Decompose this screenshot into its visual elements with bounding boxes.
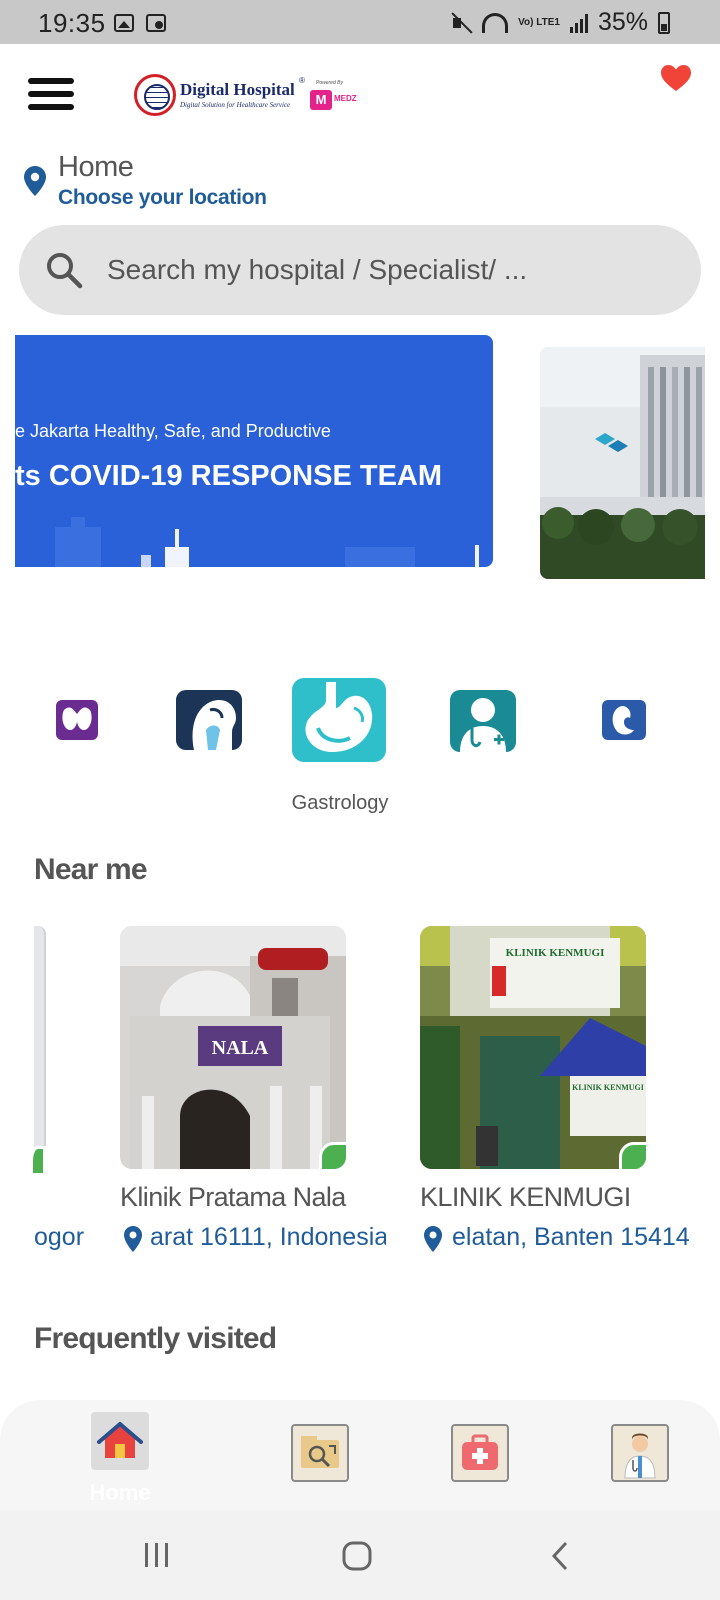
category-label: Gastrology bbox=[291, 792, 389, 814]
bottom-navigation: Home bbox=[0, 1400, 720, 1510]
address-pin-icon bbox=[124, 1226, 142, 1252]
banner-subtitle: e Jakarta Healthy, Safe, and Productive bbox=[15, 421, 331, 441]
logo-powered-by: Powered By bbox=[316, 80, 343, 86]
hospital-card-image-kenmugi[interactable]: KLINIK KENMUGI KLINIK KENMUGI bbox=[420, 926, 646, 1169]
city-skyline-graphic bbox=[55, 517, 479, 567]
logo-partner: MEDZ bbox=[334, 94, 357, 103]
wifi-icon bbox=[482, 12, 509, 33]
hospital-address: elatan, Banten 15414 bbox=[452, 1223, 690, 1251]
open-status-badge bbox=[319, 1142, 346, 1169]
hospital-card-partial[interactable] bbox=[34, 926, 46, 1169]
mute-icon bbox=[450, 12, 472, 34]
svg-text:KLINIK KENMUGI: KLINIK KENMUGI bbox=[506, 947, 605, 959]
location-title[interactable]: Home bbox=[58, 151, 134, 184]
svg-text:NALA: NALA bbox=[212, 1037, 269, 1059]
nav-first-aid-button[interactable] bbox=[451, 1424, 509, 1482]
menu-line-icon bbox=[28, 104, 74, 110]
globe-logo-icon bbox=[134, 74, 176, 116]
home-icon bbox=[97, 1422, 143, 1458]
thyroid-icon[interactable] bbox=[56, 700, 98, 740]
svg-text:KLINIK KENMUGI: KLINIK KENMUGI bbox=[572, 1083, 644, 1092]
medical-records-icon bbox=[301, 1436, 339, 1468]
signal-icon bbox=[569, 13, 588, 33]
near-me-title: Near me bbox=[34, 853, 148, 886]
logo-registered-mark: ® bbox=[299, 76, 305, 85]
nav-doctor-button[interactable] bbox=[611, 1424, 669, 1482]
hospital-address: arat 16111, Indonesia bbox=[150, 1223, 386, 1251]
hospital-address-partial: ogor. bbox=[34, 1223, 84, 1251]
frequently-visited-title: Frequently visited bbox=[34, 1322, 277, 1355]
hospital-card-image-nala[interactable]: NALA bbox=[120, 926, 346, 1169]
battery-percent: 35% bbox=[597, 8, 648, 36]
search-input[interactable] bbox=[107, 245, 667, 295]
recent-apps-icon[interactable] bbox=[142, 1540, 172, 1570]
favorite-heart-icon[interactable] bbox=[660, 64, 692, 92]
status-time: 19:35 bbox=[38, 8, 106, 38]
banner-slide-hospital[interactable] bbox=[540, 347, 705, 579]
fetus-icon[interactable] bbox=[602, 700, 646, 740]
hospital-building-image bbox=[540, 347, 705, 579]
nav-home-button[interactable] bbox=[91, 1412, 149, 1470]
nav-home-label: Home bbox=[89, 1480, 151, 1505]
open-status-badge bbox=[619, 1142, 646, 1169]
medz-logo-icon: M bbox=[310, 90, 332, 110]
stomach-icon[interactable] bbox=[292, 678, 386, 762]
banner-title: ts COVID-19 RESPONSE TEAM bbox=[15, 460, 443, 492]
ent-icon[interactable] bbox=[176, 690, 242, 750]
menu-line-icon bbox=[28, 91, 74, 97]
calendar-notification-icon bbox=[146, 14, 166, 32]
status-bar: 19:35 Vo) LTE1 35% bbox=[0, 0, 720, 44]
logo-title: Digital Hospital bbox=[180, 80, 295, 99]
doctor-profile-icon bbox=[624, 1433, 656, 1479]
clinic-building-image: NALA bbox=[120, 926, 346, 1169]
logo-tagline: Digital Solution for Healthcare Service bbox=[180, 101, 291, 109]
status-icons: Vo) LTE1 35% bbox=[450, 8, 670, 37]
hospital-name[interactable]: KLINIK KENMUGI bbox=[420, 1182, 631, 1213]
first-aid-kit-icon bbox=[462, 1434, 498, 1470]
search-icon[interactable] bbox=[45, 251, 83, 289]
volte-indicator: Vo) LTE1 bbox=[518, 16, 560, 28]
address-pin-icon bbox=[424, 1226, 442, 1252]
app-logo: Digital Hospital ® Digital Solution for … bbox=[134, 74, 360, 118]
menu-line-icon bbox=[28, 78, 74, 84]
back-icon[interactable] bbox=[548, 1540, 572, 1572]
search-bar[interactable] bbox=[19, 225, 701, 315]
doctor-icon[interactable] bbox=[450, 690, 516, 752]
image-notification-icon bbox=[114, 14, 134, 32]
banner-slide-covid[interactable]: e Jakarta Healthy, Safe, and Productive … bbox=[15, 335, 493, 567]
hamburger-menu-button[interactable] bbox=[28, 78, 74, 112]
home-system-icon[interactable] bbox=[341, 1540, 373, 1572]
clinic-building-image: KLINIK KENMUGI KLINIK KENMUGI bbox=[420, 926, 646, 1169]
hospital-name[interactable]: Klinik Pratama Nala bbox=[120, 1182, 346, 1213]
open-status-badge bbox=[30, 1146, 46, 1176]
choose-location-link[interactable]: Choose your location bbox=[58, 186, 267, 210]
system-navigation-bar bbox=[0, 1510, 720, 1600]
battery-icon bbox=[658, 11, 670, 34]
location-pin-icon[interactable] bbox=[24, 166, 46, 196]
nav-records-button[interactable] bbox=[291, 1424, 349, 1482]
